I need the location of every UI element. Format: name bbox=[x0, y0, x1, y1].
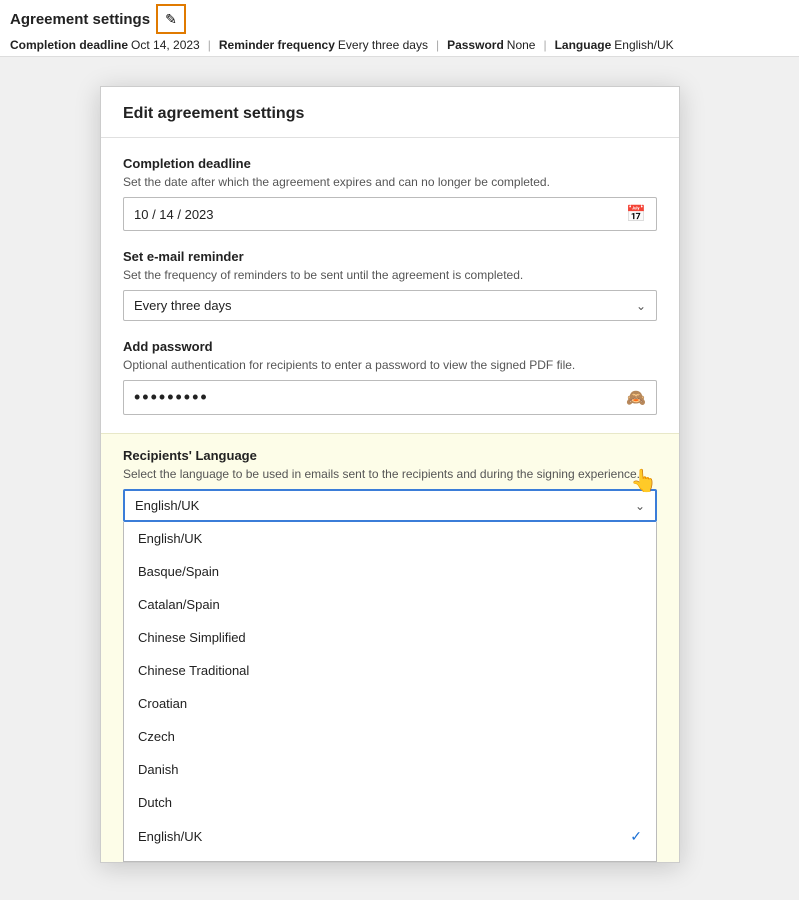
meta-sep-1: | bbox=[208, 38, 211, 52]
calendar-icon[interactable]: 📅 bbox=[626, 204, 646, 224]
meta-value-completion: Oct 14, 2023 bbox=[131, 38, 200, 52]
lang-option[interactable]: Czech bbox=[124, 720, 656, 753]
meta-label-language: Language bbox=[555, 38, 612, 52]
modal-body: Completion deadline Set the date after w… bbox=[101, 138, 679, 415]
edit-icon: ✎ bbox=[165, 11, 177, 28]
chevron-down-icon: ⌄ bbox=[636, 299, 646, 313]
edit-icon-button[interactable]: ✎ bbox=[156, 4, 186, 34]
reminder-dropdown-value: Every three days bbox=[134, 298, 636, 313]
modal-title: Edit agreement settings bbox=[123, 105, 304, 122]
email-reminder-desc: Set the frequency of reminders to be sen… bbox=[123, 268, 657, 282]
lang-option-label: Chinese Simplified bbox=[138, 630, 246, 645]
eye-slash-icon[interactable]: 🙈 bbox=[626, 388, 646, 408]
language-selected-value: English/UK bbox=[135, 498, 635, 513]
lang-option[interactable]: Chinese Simplified bbox=[124, 621, 656, 654]
meta-value-password: None bbox=[507, 38, 536, 52]
edit-settings-modal: Edit agreement settings Completion deadl… bbox=[100, 86, 680, 863]
password-label: Add password bbox=[123, 339, 657, 354]
password-desc: Optional authentication for recipients t… bbox=[123, 358, 657, 372]
meta-sep-2: | bbox=[436, 38, 439, 52]
page-title: Agreement settings bbox=[10, 11, 150, 28]
lang-option[interactable]: Chinese Traditional bbox=[124, 654, 656, 687]
lang-option-label: Catalan/Spain bbox=[138, 597, 220, 612]
language-dropdown-list[interactable]: English/UK Basque/Spain Catalan/Spain Chine… bbox=[123, 522, 657, 862]
lang-option[interactable]: English/UK ✓ bbox=[124, 819, 656, 854]
password-input[interactable] bbox=[134, 387, 626, 408]
modal-header: Edit agreement settings bbox=[101, 87, 679, 138]
lang-option[interactable]: English/UK bbox=[124, 522, 656, 555]
lang-option-label: English/UK bbox=[138, 531, 202, 546]
completion-deadline-desc: Set the date after which the agreement e… bbox=[123, 175, 657, 189]
lang-option-label: English/UK bbox=[138, 829, 202, 844]
completion-deadline-label: Completion deadline bbox=[123, 156, 657, 171]
completion-deadline-section: Completion deadline Set the date after w… bbox=[123, 156, 657, 231]
date-input-row[interactable]: 📅 bbox=[123, 197, 657, 231]
lang-option-label: Basque/Spain bbox=[138, 564, 219, 579]
lang-option-label: Danish bbox=[138, 762, 178, 777]
recipients-language-label: Recipients' Language bbox=[123, 448, 657, 463]
lang-option-label: Croatian bbox=[138, 696, 187, 711]
top-bar: Agreement settings ✎ Completion deadline… bbox=[0, 0, 799, 57]
meta-label-completion: Completion deadline bbox=[10, 38, 128, 52]
password-input-row[interactable]: 🙈 bbox=[123, 380, 657, 415]
email-reminder-section: Set e-mail reminder Set the frequency of… bbox=[123, 249, 657, 321]
date-input[interactable] bbox=[134, 207, 626, 222]
checkmark-icon: ✓ bbox=[630, 828, 642, 845]
lang-option[interactable]: Dutch bbox=[124, 786, 656, 819]
lang-option-label: Czech bbox=[138, 729, 175, 744]
reminder-dropdown[interactable]: Every three days ⌄ bbox=[123, 290, 657, 321]
meta-value-reminder: Every three days bbox=[338, 38, 428, 52]
recipients-language-desc: Select the language to be used in emails… bbox=[123, 467, 657, 481]
title-row: Agreement settings ✎ bbox=[10, 4, 186, 34]
lang-option[interactable]: English/US bbox=[124, 854, 656, 862]
lang-option-label: Dutch bbox=[138, 795, 172, 810]
meta-label-password: Password bbox=[447, 38, 504, 52]
meta-value-language: English/UK bbox=[614, 38, 673, 52]
meta-sep-3: | bbox=[543, 38, 546, 52]
chevron-down-icon-lang: ⌄ bbox=[635, 499, 645, 513]
meta-label-reminder: Reminder frequency bbox=[219, 38, 335, 52]
top-meta: Completion deadline Oct 14, 2023 | Remin… bbox=[10, 38, 674, 52]
email-reminder-label: Set e-mail reminder bbox=[123, 249, 657, 264]
recipients-language-section: Recipients' Language Select the language… bbox=[101, 433, 679, 862]
lang-option[interactable]: Basque/Spain bbox=[124, 555, 656, 588]
lang-option-label: Chinese Traditional bbox=[138, 663, 249, 678]
lang-option[interactable]: Catalan/Spain bbox=[124, 588, 656, 621]
password-section: Add password Optional authentication for… bbox=[123, 339, 657, 415]
lang-option[interactable]: Croatian bbox=[124, 687, 656, 720]
language-dropdown-selected[interactable]: English/UK ⌄ bbox=[123, 489, 657, 522]
lang-option[interactable]: Danish bbox=[124, 753, 656, 786]
